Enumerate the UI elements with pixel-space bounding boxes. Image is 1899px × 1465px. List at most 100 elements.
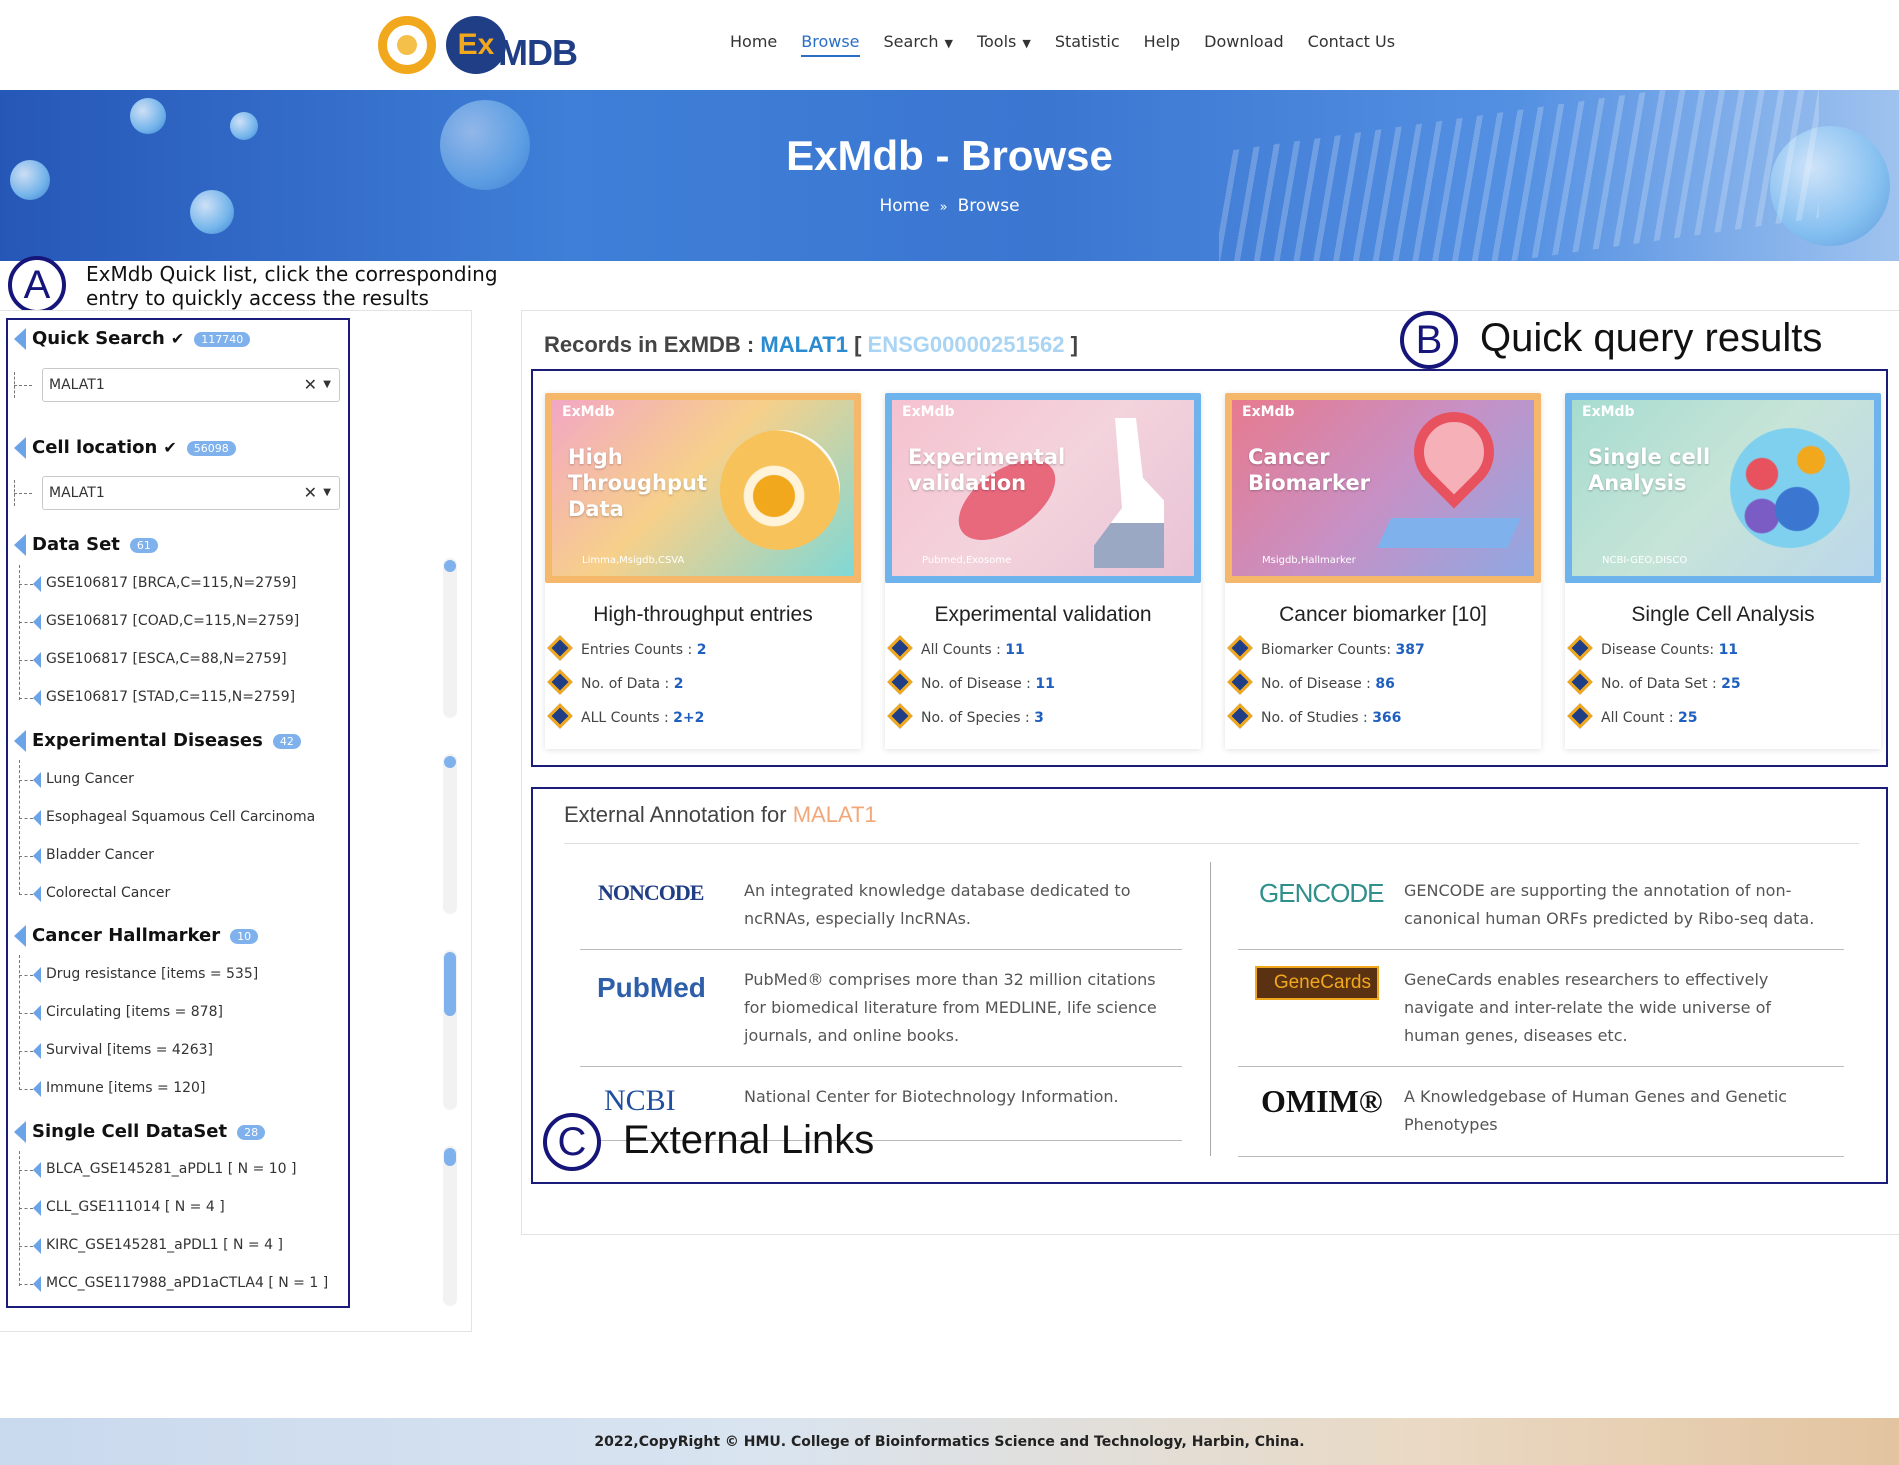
- breadcrumb-home[interactable]: Home: [879, 196, 929, 216]
- nav-statistic[interactable]: Statistic: [1055, 32, 1120, 57]
- data-set-scrollbar[interactable]: [443, 558, 457, 718]
- tree-branch: [19, 1089, 33, 1090]
- external-title-prefix: External Annotation for: [564, 802, 793, 827]
- quick-search-select[interactable]: MALAT1 ✕ ▼: [42, 368, 340, 402]
- ncbi-logo[interactable]: NCBI: [604, 1084, 676, 1118]
- list-item[interactable]: Esophageal Squamous Cell Carcinoma: [33, 809, 315, 826]
- item-label: BLCA_GSE145281_aPDL1 [ N = 10 ]: [46, 1161, 297, 1177]
- cell-location-select[interactable]: MALAT1 ✕ ▼: [42, 476, 340, 510]
- nav-help[interactable]: Help: [1144, 32, 1180, 57]
- list-item[interactable]: BLCA_GSE145281_aPDL1 [ N = 10 ]: [33, 1161, 297, 1178]
- banner-title: ExMdb - Browse: [786, 132, 1113, 179]
- card-image: ExMdb High Throughput Data Limma,Msigdb,…: [545, 393, 861, 583]
- list-item[interactable]: Colorectal Cancer: [33, 885, 170, 902]
- list-item[interactable]: Bladder Cancer: [33, 847, 154, 864]
- card-experimental-validation[interactable]: ExMdb Experimental validation Pubmed,Exo…: [885, 393, 1201, 749]
- stat-value: 2: [673, 676, 684, 692]
- tree-branch: [19, 856, 33, 857]
- omim-desc: A Knowledgebase of Human Genes and Genet…: [1404, 1087, 1788, 1134]
- tree-branch: [19, 1013, 33, 1014]
- list-item[interactable]: Survival [items = 4263]: [33, 1042, 213, 1059]
- item-arrow-icon: [33, 848, 41, 864]
- card-stat: Entries Counts : 2: [547, 635, 706, 661]
- single-cell-scrollbar[interactable]: [443, 1146, 457, 1306]
- nav-tools[interactable]: Tools ▼: [977, 32, 1031, 57]
- list-item[interactable]: GSE106817 [STAD,C=115,N=2759]: [33, 689, 296, 706]
- annotation-c-circle: C: [543, 1113, 601, 1171]
- list-item[interactable]: MCC_GSE117988_aPD1aCTLA4 [ N = 1 ]: [33, 1275, 328, 1292]
- section-data-set[interactable]: Data Set 61: [14, 534, 158, 556]
- records-ensg[interactable]: ENSG00000251562: [868, 332, 1065, 357]
- external-title-gene: MALAT1: [792, 802, 877, 827]
- scroll-thumb[interactable]: [444, 756, 456, 768]
- section-arrow-icon: [14, 925, 26, 947]
- scroll-thumb[interactable]: [444, 560, 456, 572]
- list-item[interactable]: GSE106817 [BRCA,C=115,N=2759]: [33, 575, 296, 592]
- diamond-icon: [1567, 669, 1593, 695]
- section-cell-location[interactable]: Cell location ✔ 56098: [14, 437, 236, 459]
- card-cancer-biomarker[interactable]: ExMdb Cancer Biomarker Msigdb,Hallmarker…: [1225, 393, 1541, 749]
- list-item[interactable]: Circulating [items = 878]: [33, 1004, 223, 1021]
- list-item[interactable]: Immune [items = 120]: [33, 1080, 205, 1097]
- pubmed-logo[interactable]: PubMed: [597, 972, 706, 1004]
- list-item[interactable]: CLL_GSE111014 [ N = 4 ]: [33, 1199, 225, 1216]
- nav-browse[interactable]: Browse: [801, 32, 860, 57]
- card-image-text: High Throughput Data: [568, 445, 708, 521]
- item-label: GSE106817 [STAD,C=115,N=2759]: [46, 689, 296, 705]
- nav-contact[interactable]: Contact Us: [1308, 32, 1395, 57]
- card-title: Cancer biomarker [10]: [1279, 603, 1487, 626]
- list-item[interactable]: GSE106817 [COAD,C=115,N=2759]: [33, 613, 300, 630]
- item-arrow-icon: [33, 1200, 41, 1216]
- section-arrow-icon: [14, 1121, 26, 1143]
- item-arrow-icon: [33, 772, 41, 788]
- item-arrow-icon: [33, 886, 41, 902]
- card-high-throughput[interactable]: ExMdb High Throughput Data Limma,Msigdb,…: [545, 393, 861, 749]
- diamond-icon: [887, 703, 913, 729]
- chevron-down-icon[interactable]: ▼: [323, 477, 331, 509]
- clear-icon[interactable]: ✕: [304, 477, 317, 509]
- item-label: GSE106817 [ESCA,C=88,N=2759]: [46, 651, 287, 667]
- stat-value: 2+2: [673, 710, 705, 726]
- section-cancer-hallmarker[interactable]: Cancer Hallmarker 10: [14, 925, 259, 947]
- tree-branch: [19, 622, 33, 623]
- section-quick-search[interactable]: Quick Search ✔ 117740: [14, 328, 251, 350]
- records-gene[interactable]: MALAT1: [760, 332, 848, 357]
- divider: [1238, 1066, 1844, 1067]
- exmdb-logo[interactable]: Ex MDB: [376, 12, 586, 78]
- scroll-thumb[interactable]: [444, 1148, 456, 1166]
- divider: [564, 843, 1859, 844]
- tree-branch: [19, 1284, 33, 1285]
- item-arrow-icon: [33, 967, 41, 983]
- molecule-decoration: [130, 98, 166, 134]
- tree-line: [14, 480, 15, 506]
- gencode-logo[interactable]: GENCODE: [1259, 878, 1384, 909]
- tree-connector: [14, 385, 32, 386]
- count-badge: 56098: [186, 440, 236, 456]
- omim-logo[interactable]: OMIM®: [1261, 1083, 1383, 1120]
- list-item[interactable]: Drug resistance [items = 535]: [33, 966, 258, 983]
- card-single-cell[interactable]: ExMdb Single cell Analysis NCBI-GEO,DISC…: [1565, 393, 1881, 749]
- divider: [1238, 1156, 1844, 1157]
- divider: [1238, 949, 1844, 950]
- section-experimental-diseases[interactable]: Experimental Diseases 42: [14, 730, 301, 752]
- nav-download[interactable]: Download: [1204, 32, 1284, 57]
- chevron-down-icon[interactable]: ▼: [323, 369, 331, 401]
- nav-home[interactable]: Home: [730, 32, 777, 57]
- scroll-thumb[interactable]: [444, 952, 456, 1016]
- cancer-hallmarker-scrollbar[interactable]: [443, 950, 457, 1110]
- logo-ring-icon: [378, 16, 436, 74]
- gencode-desc: GENCODE are supporting the annotation of…: [1404, 881, 1815, 928]
- card-image-sub: Pubmed,Exosome: [922, 555, 1012, 566]
- item-label: GSE106817 [COAD,C=115,N=2759]: [46, 613, 300, 629]
- stat-value: 25: [1721, 676, 1741, 692]
- clear-icon[interactable]: ✕: [304, 369, 317, 401]
- list-item[interactable]: KIRC_GSE145281_aPDL1 [ N = 4 ]: [33, 1237, 283, 1254]
- count-badge: 42: [272, 733, 301, 749]
- experimental-diseases-scrollbar[interactable]: [443, 754, 457, 914]
- nav-search[interactable]: Search ▼: [884, 32, 953, 57]
- section-single-cell[interactable]: Single Cell DataSet 28: [14, 1121, 266, 1143]
- noncode-logo[interactable]: NONCODE: [598, 880, 704, 906]
- genecards-logo[interactable]: GeneCards: [1255, 966, 1379, 1000]
- list-item[interactable]: Lung Cancer: [33, 771, 134, 788]
- list-item[interactable]: GSE106817 [ESCA,C=88,N=2759]: [33, 651, 287, 668]
